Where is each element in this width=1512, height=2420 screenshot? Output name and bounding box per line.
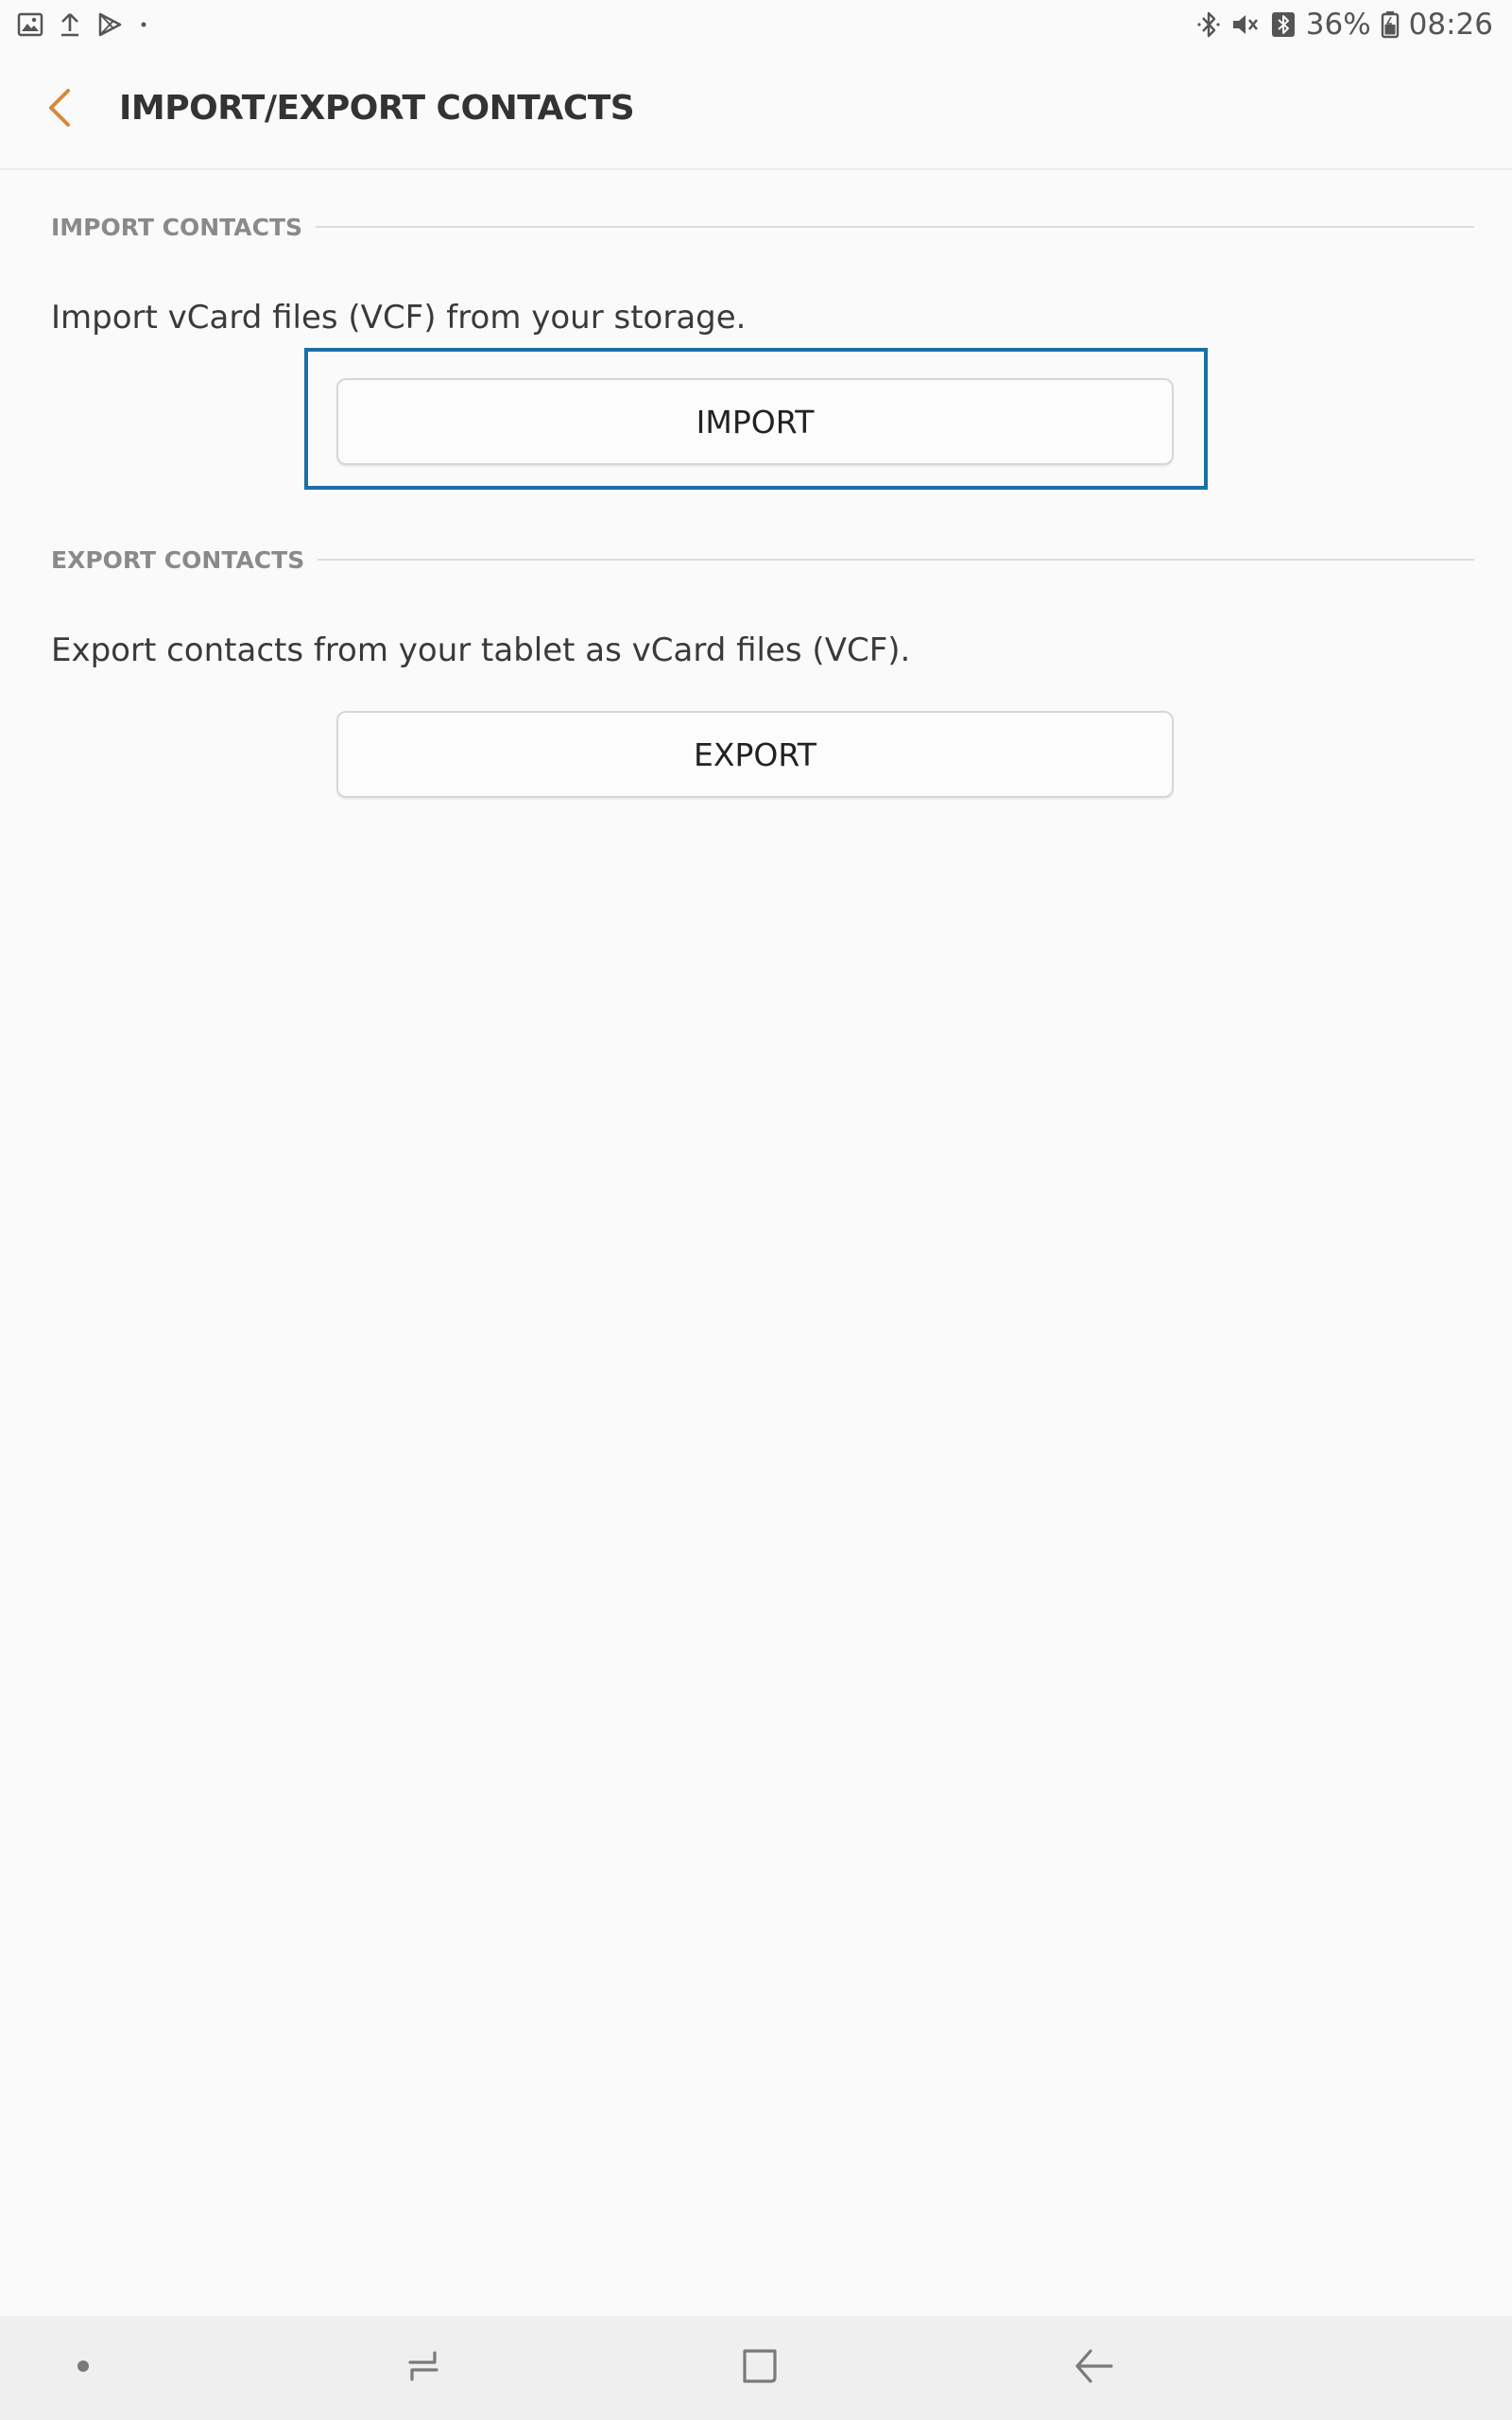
recents-button[interactable] (386, 2335, 461, 2401)
battery-percent: 36% (1305, 8, 1371, 42)
export-section-label: EXPORT CONTACTS (51, 545, 305, 574)
upload-icon (59, 11, 81, 38)
status-right-icons: 36% 08:26 (1196, 8, 1493, 42)
import-description: Import vCard files (VCF) from your stora… (51, 299, 747, 337)
status-left-icons (17, 11, 149, 38)
import-section-label: IMPORT CONTACTS (51, 213, 303, 241)
home-icon (739, 2345, 781, 2391)
back-arrow-icon (1072, 2345, 1117, 2391)
back-button[interactable] (26, 76, 94, 144)
export-section-header: EXPORT CONTACTS (51, 541, 1474, 579)
mute-icon (1230, 10, 1261, 39)
export-description: Export contacts from your tablet as vCar… (51, 631, 911, 669)
nav-dot-button[interactable] (45, 2335, 121, 2401)
import-section-header: IMPORT CONTACTS (51, 208, 1474, 246)
page-title: IMPORT/EXPORT CONTACTS (119, 89, 635, 128)
section-divider (316, 226, 1474, 228)
chevron-left-icon (42, 87, 79, 132)
play-store-icon (96, 11, 123, 38)
navigation-bar (0, 2316, 1512, 2420)
bluetooth-box-icon (1270, 10, 1297, 39)
home-button[interactable] (722, 2335, 798, 2401)
app-bar: IMPORT/EXPORT CONTACTS (0, 53, 1512, 170)
section-divider (318, 559, 1474, 561)
dot-icon (138, 11, 149, 38)
gallery-icon (17, 11, 43, 38)
bluetooth-icon (1196, 10, 1221, 39)
screen: 36% 08:26 IMPORT/EXPORT CONTACTS IMPORT … (0, 0, 1512, 2420)
battery-icon (1381, 10, 1400, 39)
system-back-button[interactable] (1057, 2335, 1132, 2401)
export-button[interactable]: EXPORT (336, 711, 1174, 798)
dot-icon (74, 2357, 93, 2379)
recents-icon (403, 2345, 444, 2391)
status-time: 08:26 (1408, 8, 1493, 42)
status-bar: 36% 08:26 (0, 0, 1512, 53)
import-button[interactable]: IMPORT (336, 378, 1174, 465)
